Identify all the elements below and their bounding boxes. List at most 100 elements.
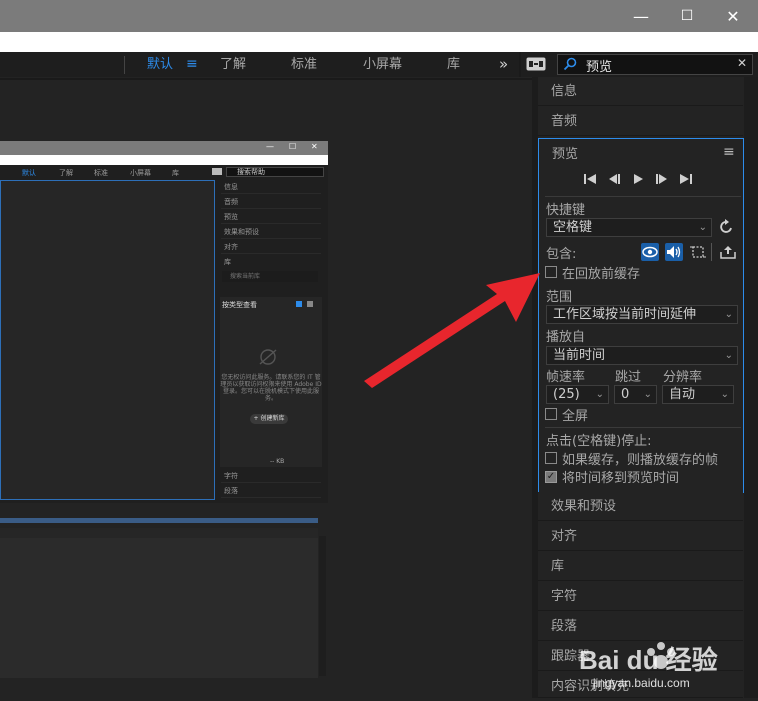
search-value: 预览	[586, 60, 613, 75]
timeline-work-area-bar[interactable]	[0, 518, 318, 523]
play-from-dropdown[interactable]: 当前时间 ⌄	[546, 346, 738, 365]
thumb-panel-effects: 效果和预设	[221, 226, 321, 239]
next-frame-icon[interactable]	[655, 173, 669, 189]
right-panel-scrollbar[interactable]	[744, 77, 758, 698]
search-icon	[563, 57, 577, 75]
thumb-create-lib: + 创建新库	[250, 414, 288, 424]
first-frame-icon[interactable]	[583, 173, 597, 189]
move-time-checkbox[interactable]: ✓	[545, 471, 557, 483]
thumb-title-bar	[0, 141, 328, 155]
move-time-label: 将时间移到预览时间	[562, 471, 680, 486]
eye-icon[interactable]	[641, 243, 659, 261]
shortcut-dropdown[interactable]: 空格键 ⌄	[546, 218, 712, 237]
menu-bar-blank	[0, 32, 758, 52]
resolution-label: 分辨率	[663, 370, 703, 385]
watermark-url: jingyan.baidu.com	[593, 676, 690, 690]
thumb-ws-learn: 了解	[59, 169, 73, 177]
thumb-lib-view: 按类型查看	[222, 301, 257, 309]
thumb-panel-paragraph: 段落	[221, 485, 321, 498]
thumb-panel-align: 对齐	[221, 241, 321, 254]
preview-divider-2	[545, 427, 741, 428]
range-dropdown[interactable]: 工作区域按当前时间延伸 ⌄	[546, 305, 738, 324]
thumb-lib-message: 您无权访问此服务。请联系您的 IT 管理员以获取访问权限来使用 Adobe ID…	[220, 374, 322, 402]
shortcut-value: 空格键	[553, 220, 593, 235]
thumb-ws-standard: 标准	[94, 169, 108, 177]
thumb-list-icon	[307, 301, 313, 307]
watermark-brand: Bai du 经验	[579, 645, 718, 675]
cache-before-label: 在回放前缓存	[562, 267, 641, 282]
range-label: 范围	[546, 290, 573, 305]
panel-effects-presets[interactable]: 效果和预设	[538, 492, 743, 521]
workspace-overflow-icon[interactable]: »	[499, 52, 508, 77]
fullscreen-checkbox[interactable]	[545, 408, 557, 420]
thumb-menu-bar	[0, 155, 328, 165]
timeline-scrollbar[interactable]	[319, 536, 326, 676]
workspace-learn[interactable]: 了解	[220, 52, 246, 77]
workspace-standard[interactable]: 标准	[291, 52, 317, 77]
export-icon[interactable]	[719, 243, 737, 261]
search-clear-icon[interactable]: ✕	[737, 56, 747, 70]
panel-character[interactable]: 字符	[538, 582, 743, 611]
play-icon[interactable]	[632, 173, 644, 189]
timeline-panel	[0, 538, 318, 678]
if-cached-checkbox[interactable]	[545, 452, 557, 464]
panel-audio[interactable]: 音频	[538, 107, 743, 136]
thumb-ws-lib: 库	[172, 169, 179, 177]
thumb-panel-library: 库	[224, 258, 231, 266]
minimize-button[interactable]: —	[618, 0, 664, 32]
include-separator	[711, 243, 712, 261]
thumb-maximize-icon: ☐	[289, 142, 297, 151]
frame-rate-label: 帧速率	[546, 370, 586, 385]
workspace-libraries[interactable]: 库	[447, 52, 460, 77]
chevron-down-icon: ⌄	[595, 389, 604, 400]
thumb-lib-size: -- KB	[270, 458, 285, 465]
thumb-panel-preview: 预览	[221, 211, 321, 224]
panel-align[interactable]: 对齐	[538, 522, 743, 551]
range-value: 工作区域按当前时间延伸	[553, 307, 697, 322]
reset-icon[interactable]	[719, 219, 735, 239]
hamburger-icon[interactable]: ≡	[186, 52, 198, 77]
stop-label: 点击(空格键)停止:	[546, 434, 652, 449]
thumb-ws-default: 默认	[22, 169, 36, 177]
thumb-close-icon: ✕	[311, 142, 318, 151]
panel-info[interactable]: 信息	[538, 77, 743, 106]
thumb-panel-character: 字符	[221, 470, 321, 483]
thumb-panel-audio: 音频	[221, 196, 321, 209]
chevron-down-icon: ⌄	[720, 389, 729, 400]
frame-rate-dropdown[interactable]: (25) ⌄	[546, 385, 609, 404]
cache-before-checkbox[interactable]	[545, 266, 557, 278]
overlay-icon[interactable]	[689, 243, 707, 261]
chevron-down-icon: ⌄	[698, 222, 707, 233]
chevron-down-icon: ⌄	[724, 309, 733, 320]
resolution-value: 自动	[669, 387, 696, 402]
previous-frame-icon[interactable]	[607, 173, 621, 189]
thumb-grid-icon	[296, 301, 302, 307]
skip-dropdown[interactable]: 0 ⌄	[614, 385, 657, 404]
chevron-down-icon: ⌄	[724, 350, 733, 361]
preview-title[interactable]: 预览	[552, 143, 578, 162]
chevron-down-icon: ⌄	[643, 389, 652, 400]
workspace-default[interactable]: 默认	[147, 52, 173, 77]
if-cached-label: 如果缓存，则播放缓存的帧	[562, 453, 719, 468]
workspace-separator	[124, 56, 125, 74]
last-frame-icon[interactable]	[679, 173, 693, 189]
sync-settings-icon[interactable]	[526, 57, 546, 75]
close-button[interactable]: ✕	[710, 0, 756, 32]
workspace-small-screen[interactable]: 小屏幕	[363, 52, 402, 77]
thumb-panel-info: 信息	[221, 181, 321, 194]
skip-value: 0	[621, 387, 630, 402]
fullscreen-label: 全屏	[562, 409, 589, 424]
thumb-search: 搜索帮助	[226, 167, 324, 177]
shortcut-label: 快捷键	[546, 203, 586, 218]
include-label: 包含:	[546, 247, 577, 262]
thumb-minimize-icon: —	[266, 142, 274, 151]
preview-divider	[545, 196, 741, 197]
play-from-value: 当前时间	[553, 348, 606, 363]
panel-library[interactable]: 库	[538, 552, 743, 581]
thumb-cloud-icon	[257, 348, 279, 366]
speaker-icon[interactable]	[665, 243, 683, 261]
maximize-button[interactable]: ☐	[664, 0, 710, 32]
thumb-composition	[0, 180, 215, 500]
preview-menu-icon[interactable]: ≡	[723, 144, 735, 160]
resolution-dropdown[interactable]: 自动 ⌄	[662, 385, 734, 404]
